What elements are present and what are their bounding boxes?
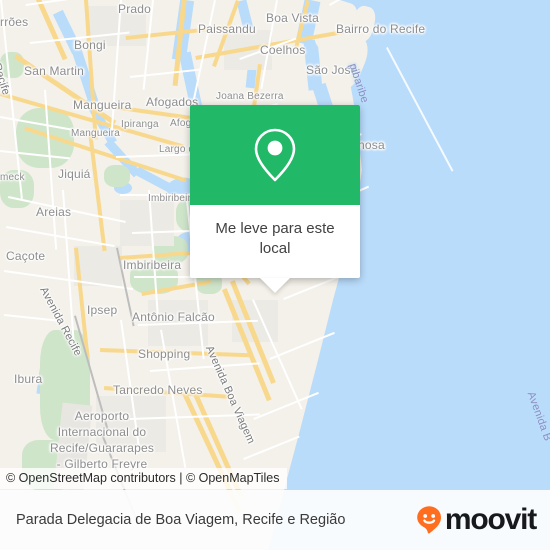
moovit-wordmark: moovit bbox=[444, 503, 537, 536]
park-area bbox=[104, 165, 130, 187]
map-label: Antônio Falcão bbox=[132, 310, 215, 324]
map-label: Bairro do Recife bbox=[336, 22, 426, 36]
moovit-smiley-pin-icon bbox=[417, 506, 441, 534]
card-header bbox=[190, 105, 360, 205]
moovit-logo[interactable]: moovit bbox=[415, 503, 537, 536]
map-attribution[interactable]: © OpenStreetMap contributors | © OpenMap… bbox=[0, 468, 288, 489]
map-label: nosa bbox=[358, 138, 385, 152]
card-pointer bbox=[260, 277, 290, 293]
map-label: Caçote bbox=[6, 249, 46, 263]
attribution-osm[interactable]: © OpenStreetMap contributors bbox=[6, 471, 176, 485]
map-label: Boa Vista bbox=[266, 11, 319, 25]
footer-bar: Parada Delegacia de Boa Viagem, Recife e… bbox=[0, 490, 550, 550]
map-label: Mangueira bbox=[73, 98, 132, 112]
attribution-separator: | bbox=[179, 471, 183, 485]
card-title: Me leve para este local bbox=[215, 220, 335, 258]
map-label: Prado bbox=[118, 2, 152, 16]
map-label: Ipiranga bbox=[121, 119, 159, 130]
map-label: Bongi bbox=[74, 38, 106, 52]
map-label: Paissandu bbox=[198, 22, 256, 36]
map-label: Tancredo Neves bbox=[113, 383, 203, 397]
map-label: Imbiribeira bbox=[123, 258, 182, 272]
map-label: Imbiribein bbox=[148, 193, 194, 204]
map-label: rrões bbox=[0, 15, 29, 29]
map-label: Ibura bbox=[14, 372, 43, 386]
map-label: meck bbox=[0, 172, 25, 183]
map-label: Ipsep bbox=[87, 303, 118, 317]
stop-title: Parada Delegacia de Boa Viagem, Recife e… bbox=[16, 512, 346, 528]
map-label: Coelhos bbox=[260, 43, 306, 57]
airport-label: Aeroporto Internacional do Recife/Guarar… bbox=[49, 409, 155, 471]
map-label: Joana Bezerra bbox=[216, 91, 284, 102]
map-pin-icon bbox=[254, 128, 296, 182]
map-label: Areias bbox=[36, 205, 72, 219]
map-label: Shopping bbox=[138, 347, 191, 361]
map-label: Mangueira bbox=[71, 128, 121, 139]
location-callout-card[interactable]: Me leve para este local bbox=[190, 105, 360, 293]
attribution-tiles[interactable]: © OpenMapTiles bbox=[186, 471, 280, 485]
map-screenshot: Prado Boa Vista Bairro do Recife rrões Paiss… bbox=[0, 0, 550, 550]
map-label: Jiquiá bbox=[58, 167, 91, 181]
map-label: San Martin bbox=[24, 64, 85, 78]
